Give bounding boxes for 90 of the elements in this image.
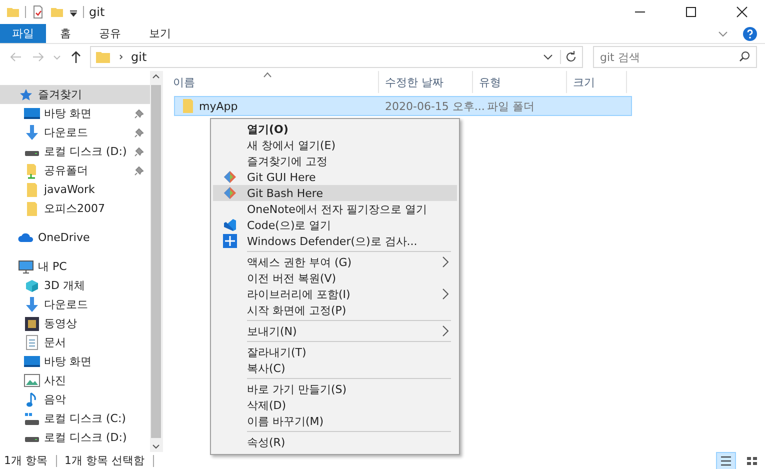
folder-icon	[24, 200, 40, 216]
menu-item[interactable]: Code(으)로 열기	[213, 217, 457, 233]
nav-item[interactable]: 로컬 디스크 (C:)	[0, 409, 150, 428]
menu-item[interactable]: Git Bash Here	[213, 185, 457, 201]
menu-item[interactable]: 즐겨찾기에 고정	[213, 153, 457, 169]
menu-item[interactable]: 속성(R)	[213, 434, 457, 450]
column-label: 유형	[479, 75, 501, 90]
column-header[interactable]: 유형	[473, 71, 567, 93]
column-header[interactable]: 수정한 날짜	[379, 71, 473, 93]
column-label: 수정한 날짜	[385, 75, 444, 90]
film-icon	[24, 316, 40, 330]
column-header[interactable]: 이름	[163, 71, 379, 93]
menu-item[interactable]: 이름 바꾸기(M)	[213, 413, 457, 429]
ribbon-tab[interactable]: 홈	[46, 24, 85, 43]
nav-item[interactable]: 바탕 화면	[0, 104, 150, 123]
nav-item[interactable]: 로컬 디스크 (D:)	[0, 428, 150, 447]
properties-icon[interactable]	[31, 5, 45, 19]
nav-item[interactable]: 사진	[0, 371, 150, 390]
cube-icon	[24, 278, 40, 292]
drive-icon	[24, 412, 40, 426]
cloud-icon	[18, 232, 34, 243]
ribbon-tab[interactable]: 보기	[135, 24, 185, 43]
details-view-icon[interactable]	[717, 452, 735, 468]
refresh-icon[interactable]	[560, 50, 578, 64]
window-title: git	[89, 5, 105, 19]
pin-icon[interactable]	[134, 128, 144, 138]
menu-item[interactable]: 삭제(D)	[213, 397, 457, 413]
menu-item[interactable]: 바로 가기 만들기(S)	[213, 381, 457, 397]
file-row[interactable]: myApp 2020-06-15 오후... 파일 폴더	[175, 97, 631, 115]
status-text: 1개 항목 선택함	[64, 453, 144, 468]
menu-item[interactable]: 시작 화면에 고정(P)	[213, 302, 457, 318]
column-label: 크기	[573, 75, 595, 90]
monitor-icon	[24, 355, 40, 368]
nav-item[interactable]: 로컬 디스크 (D:)	[0, 142, 150, 161]
nav-group[interactable]: OneDrive	[0, 228, 150, 247]
file-name: myApp	[199, 100, 238, 112]
folder-icon	[95, 49, 111, 65]
nav-item[interactable]: 3D 개체	[0, 276, 150, 295]
document-icon	[24, 335, 40, 350]
download-icon	[24, 297, 40, 312]
shield-icon	[223, 234, 237, 248]
file-type: 파일 폴더	[487, 98, 534, 114]
nav-item[interactable]: javaWork	[0, 180, 150, 199]
breadcrumb[interactable]: git	[131, 50, 147, 64]
nav-item[interactable]: 문서	[0, 333, 150, 352]
menu-item[interactable]: 복사(C)	[213, 360, 457, 376]
nav-item[interactable]: 동영상	[0, 314, 150, 333]
search-icon	[738, 50, 751, 63]
menu-item[interactable]: 이전 버전 복원(V)	[213, 270, 457, 286]
breadcrumb-chevron-icon[interactable]	[117, 53, 125, 61]
menu-item[interactable]: 열기(O)	[213, 121, 457, 137]
nav-group[interactable]: 즐겨찾기	[0, 85, 150, 104]
ribbon-tab[interactable]: 공유	[85, 24, 135, 43]
address-bar[interactable]: git	[90, 46, 583, 68]
folder-icon	[181, 98, 195, 114]
menu-item[interactable]: 보내기(N)	[213, 323, 457, 339]
help-icon[interactable]	[743, 26, 757, 40]
nav-item[interactable]: 오피스2007	[0, 199, 150, 218]
nav-group[interactable]: 내 PC	[0, 257, 150, 276]
pin-icon[interactable]	[134, 108, 144, 118]
monitor-icon	[24, 107, 40, 120]
menu-item[interactable]: OneNote에서 전자 필기장으로 열기	[213, 201, 457, 217]
folder-icon	[24, 182, 40, 198]
menu-item[interactable]: Git GUI Here	[213, 169, 457, 185]
nav-item[interactable]: 바탕 화면	[0, 352, 150, 371]
file-date: 2020-06-15 오후...	[385, 98, 485, 114]
menu-item[interactable]: 잘라내기(T)	[213, 344, 457, 360]
menu-item[interactable]: 액세스 권한 부여 (G)	[213, 254, 457, 270]
diamond-icon	[223, 186, 237, 200]
pin-icon[interactable]	[134, 166, 144, 176]
search-field[interactable]: git 검색	[593, 46, 757, 68]
dropdown-icon[interactable]	[69, 8, 78, 16]
computer-icon	[18, 260, 34, 274]
code-editor-icon	[223, 218, 237, 232]
nav-item[interactable]: 다운로드	[0, 123, 150, 142]
menu-item[interactable]: Windows Defender(으)로 검사...	[213, 233, 457, 249]
scrollbar[interactable]	[150, 71, 162, 452]
nav-item[interactable]: 공유폴더	[0, 161, 150, 180]
column-label: 이름	[173, 75, 195, 90]
image-icon	[24, 374, 40, 387]
menu-item[interactable]: 라이브러리에 포함(I)	[213, 286, 457, 302]
download-icon	[24, 125, 40, 140]
nav-item[interactable]: 다운로드	[0, 295, 150, 314]
menu-item[interactable]: 새 창에서 열기(E)	[213, 137, 457, 153]
nav-item[interactable]: 음악	[0, 390, 150, 409]
diamond-icon	[223, 170, 237, 184]
star-icon	[18, 88, 34, 102]
pin-icon[interactable]	[134, 146, 144, 156]
column-header[interactable]: 크기	[567, 71, 627, 93]
status-text: 1개 항목	[4, 453, 48, 468]
